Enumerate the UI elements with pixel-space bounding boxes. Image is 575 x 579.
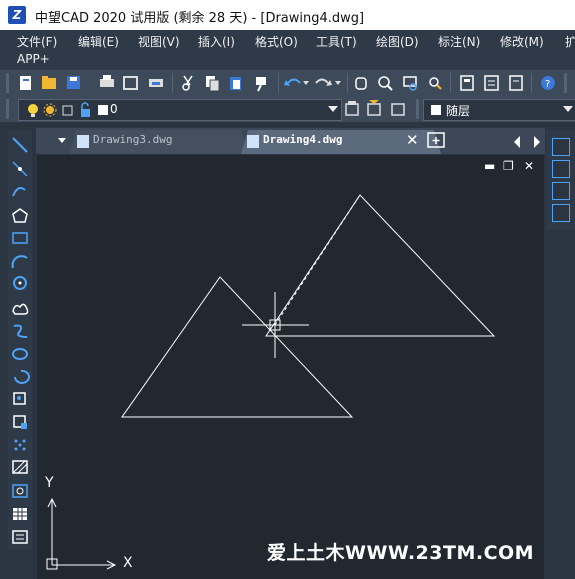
zoom-previous-icon[interactable] [429,77,442,90]
crosshair-cursor-icon [242,292,309,358]
close-tab-icon[interactable]: ✕ [406,131,419,149]
hatch-icon[interactable] [12,460,28,474]
axis-x-label: X [123,555,133,571]
new-file-icon[interactable] [20,76,31,90]
menu-insert[interactable]: 插入(I) [198,33,235,50]
menu-bar: 文件(F) 编辑(E) 视图(V) 插入(I) 格式(O) 工具(T) 绘图(D… [0,30,575,70]
match-properties-icon[interactable] [256,77,266,92]
spline-icon[interactable] [13,324,28,338]
menu-tools[interactable]: 工具(T) [316,33,357,50]
window-title: 中望CAD 2020 试用版 (剩余 28 天) - [Drawing4.dwg… [35,11,365,26]
make-current-layer-icon[interactable] [367,100,381,116]
send-to-back-icon[interactable] [552,160,570,178]
menu-file[interactable]: 文件(F) [17,33,57,50]
zoom-realtime-icon[interactable] [378,76,393,91]
lightbulb-icon [28,104,38,117]
document-tab-bar: Drawing3.dwg Drawing4.dwg ✕ [36,128,545,154]
cut-icon[interactable] [182,75,193,91]
dwg-file-icon [247,135,259,148]
region-icon[interactable] [12,484,28,498]
chevron-down-icon[interactable] [328,106,338,112]
ellipse-icon[interactable] [12,348,28,360]
circle-icon[interactable] [13,276,27,290]
multiline-text-icon[interactable] [12,530,28,544]
menu-extend[interactable]: 扩 [565,33,575,50]
paste-icon[interactable] [230,77,241,90]
layer-color-swatch-icon [98,105,108,115]
lock-icon [81,102,90,117]
design-center-icon[interactable] [509,75,523,91]
drawing-geometry [46,194,496,570]
title-bar: Z 中望CAD 2020 试用版 (剩余 28 天) - [Drawing4.d… [0,0,575,30]
redo-icon[interactable] [315,78,341,87]
toolbar-icons: ? [6,73,567,93]
drawing-canvas[interactable]: ▬ ❐ ✕ Y X 爱上土木WWW.23TM.COM [37,155,544,579]
construction-line-icon[interactable] [12,161,28,177]
chevron-down-icon[interactable] [563,106,573,112]
help-icon[interactable]: ? [541,76,555,90]
copy-icon[interactable] [206,76,220,92]
triangle-moved[interactable] [265,194,496,337]
tab-drawing4[interactable]: Drawing4.dwg [263,133,342,146]
send-under-icon[interactable] [552,204,570,222]
viewport-freeze-icon [62,105,73,116]
table-icon[interactable] [13,508,27,520]
menu-draw[interactable]: 绘图(D) [376,33,419,50]
svg-text:?: ? [545,79,550,90]
sun-freeze-icon [43,103,57,117]
layer-manager-icon[interactable] [345,101,359,116]
bring-to-front-icon[interactable] [552,138,570,156]
scroll-left-icon[interactable] [514,136,520,148]
print-icon[interactable] [100,75,114,87]
point-icon[interactable] [14,439,26,451]
layer-toolbar: 0 随层 [0,96,575,122]
axis-y-label: Y [45,475,54,491]
color-value: 随层 [446,104,471,118]
menu-app-plus[interactable]: APP+ [17,52,50,66]
print-preview-icon[interactable] [123,76,138,90]
menu-format[interactable]: 格式(O) [255,33,298,50]
watermark-text: 爱上土木WWW.23TM.COM [267,542,535,564]
color-swatch [431,105,441,115]
triangle-original[interactable] [121,276,354,418]
scroll-right-icon[interactable] [534,136,540,148]
plot-icon[interactable] [149,79,163,87]
draw-toolbar [8,130,32,550]
rectangle-icon[interactable] [12,232,28,244]
undo-icon[interactable] [284,78,309,87]
properties-icon[interactable] [484,75,499,91]
standard-toolbar: ? [0,70,575,96]
make-block-icon[interactable] [13,415,27,429]
zoom-window-icon[interactable] [403,76,417,91]
save-icon[interactable] [67,76,80,89]
bring-above-icon[interactable] [552,182,570,200]
pan-icon[interactable] [355,77,367,90]
color-dropdown[interactable]: 随层 [423,99,575,121]
calculator-icon[interactable] [460,75,474,91]
menu-modify[interactable]: 修改(M) [500,33,544,50]
polygon-icon[interactable] [12,208,28,223]
open-folder-icon[interactable] [42,76,56,89]
app-logo-icon: Z [8,6,26,24]
move-rubberband-line [274,194,361,326]
insert-block-icon[interactable] [13,392,26,405]
ucs-icon [46,497,117,570]
tab-list-chevron-icon[interactable] [58,138,66,143]
tab-drawing3[interactable]: Drawing3.dwg [93,133,172,146]
current-layer-name: 0 [110,102,118,116]
draw-order-toolbar [546,130,575,230]
line-icon[interactable] [12,137,28,153]
arc-icon[interactable] [11,255,28,269]
dwg-file-icon [77,135,89,148]
menu-edit[interactable]: 编辑(E) [78,33,119,50]
menu-dimension[interactable]: 标注(N) [438,33,480,50]
revision-cloud-icon[interactable] [12,303,29,315]
menu-view[interactable]: 视图(V) [138,33,180,50]
layer-previous-icon[interactable] [391,103,405,116]
polyline-icon[interactable] [12,187,26,197]
layer-dropdown[interactable]: 0 [18,99,342,121]
ellipse-arc-icon[interactable] [14,369,30,384]
